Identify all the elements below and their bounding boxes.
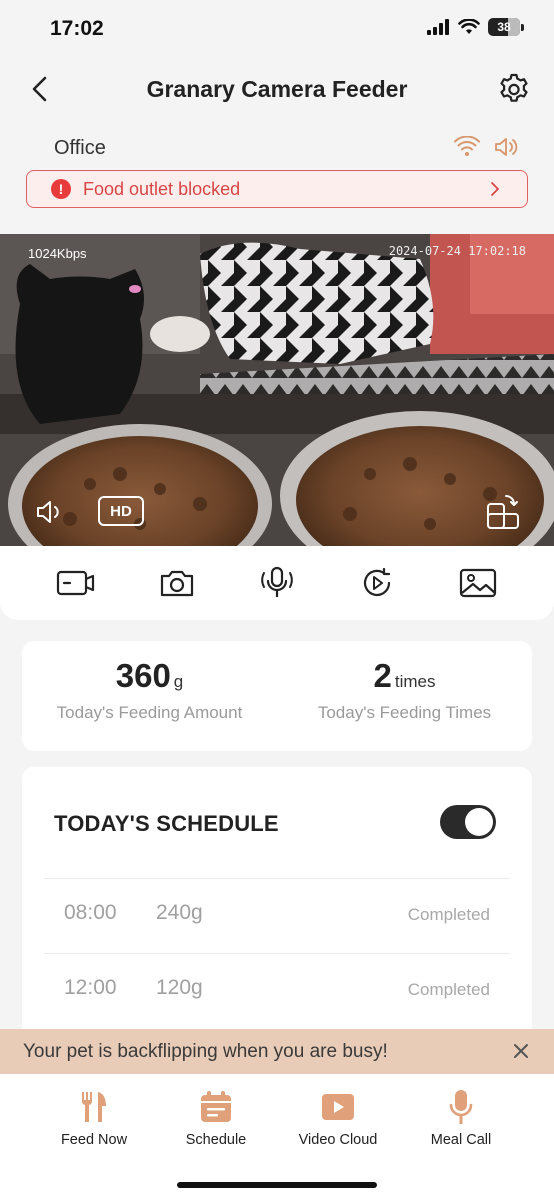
- device-info-row: Office ! Food outlet blocked: [0, 124, 554, 234]
- battery-level: 38: [497, 20, 511, 34]
- tab-meal-call[interactable]: Meal Call: [401, 1090, 521, 1148]
- rotate-screen-icon[interactable]: [486, 492, 520, 530]
- camera-icon: [160, 570, 193, 597]
- status-icons: 38: [426, 18, 524, 36]
- calendar-icon: [201, 1091, 231, 1122]
- bottom-tab-bar: Feed Now Schedule Video Cloud Meal Call: [0, 1074, 554, 1200]
- schedule-amount: 240g: [156, 901, 203, 924]
- page-title: Granary Camera Feeder: [146, 76, 408, 102]
- schedule-time: 08:00: [64, 901, 117, 924]
- status-time: 17:02: [50, 17, 104, 40]
- schedule-status: Completed: [407, 905, 490, 924]
- tab-label: Video Cloud: [298, 1132, 378, 1148]
- camera-action-row: [0, 546, 554, 620]
- feeding-amount-label: Today's Feeding Amount: [56, 703, 243, 722]
- feeding-amount-value: 360: [115, 657, 171, 694]
- tab-label: Schedule: [185, 1132, 247, 1148]
- schedule-status: Completed: [407, 980, 490, 999]
- live-video-feed[interactable]: 1024Kbps 2024-07-24 17:02:18 HD: [0, 234, 554, 546]
- snapshot-button[interactable]: [155, 561, 199, 605]
- microphone-icon: [449, 1090, 473, 1124]
- feeding-times-stat: 2 times Today's Feeding Times: [277, 657, 532, 723]
- home-indicator[interactable]: [177, 1182, 377, 1188]
- tab-schedule[interactable]: Schedule: [156, 1090, 276, 1148]
- talk-button[interactable]: [255, 561, 299, 605]
- video-frame: [0, 234, 554, 546]
- schedule-title: TODAY'S SCHEDULE: [54, 811, 279, 836]
- tab-video-cloud[interactable]: Video Cloud: [278, 1090, 398, 1148]
- close-icon[interactable]: [510, 1040, 532, 1062]
- device-card: Granary Camera Feeder Office ! Food outl…: [0, 60, 554, 620]
- tab-feed-now[interactable]: Feed Now: [34, 1090, 154, 1148]
- feeding-times-label: Today's Feeding Times: [317, 703, 492, 722]
- feeding-summary-card: 360 g Today's Feeding Amount 2 times Today…: [22, 641, 532, 751]
- chevron-right-icon: [491, 182, 499, 196]
- battery-icon: 38: [488, 18, 524, 36]
- toggle-knob: [465, 808, 493, 836]
- tab-label: Feed Now: [60, 1132, 128, 1148]
- record-video-button[interactable]: [54, 561, 98, 605]
- schedule-toggle[interactable]: [440, 805, 496, 839]
- schedule-card: TODAY'S SCHEDULE 08:00 240g Completed 12…: [22, 767, 532, 1067]
- device-location: Office: [54, 137, 106, 159]
- device-status-icons: [454, 136, 520, 158]
- video-bitrate: 1024Kbps: [28, 246, 87, 261]
- alert-banner[interactable]: ! Food outlet blocked: [26, 170, 528, 208]
- playback-icon: [364, 567, 391, 597]
- play-icon: [322, 1094, 354, 1120]
- promo-text: Your pet is backflipping when you are bu…: [23, 1040, 388, 1062]
- feeding-times-value: 2: [373, 657, 392, 694]
- video-timestamp: 2024-07-24 17:02:18: [388, 244, 526, 258]
- schedule-row[interactable]: 08:00 240g Completed: [22, 879, 532, 953]
- header: Granary Camera Feeder: [0, 60, 554, 124]
- mute-toggle-icon[interactable]: [36, 498, 66, 526]
- playback-button[interactable]: [355, 561, 399, 605]
- speaker-icon[interactable]: [494, 136, 520, 158]
- alert-text: Food outlet blocked: [83, 178, 241, 199]
- feeding-amount-unit: g: [173, 672, 184, 691]
- promo-banner[interactable]: Your pet is backflipping when you are bu…: [0, 1029, 554, 1074]
- wifi-status-icon: [458, 19, 480, 34]
- schedule-amount: 120g: [156, 976, 203, 999]
- gear-icon: [500, 73, 528, 102]
- wifi-icon: [454, 136, 480, 156]
- settings-button[interactable]: [496, 71, 532, 107]
- cellular-signal-icon: [427, 19, 449, 35]
- record-video-icon: [57, 570, 95, 596]
- exclamation-icon: !: [51, 179, 71, 199]
- feeding-amount-stat: 360 g Today's Feeding Amount: [22, 657, 277, 723]
- microphone-icon: [261, 566, 293, 597]
- feeding-times-unit: times: [394, 672, 436, 691]
- schedule-row[interactable]: 12:00 120g Completed: [22, 954, 532, 1028]
- gallery-button[interactable]: [456, 561, 500, 605]
- status-bar: 17:02 38: [0, 0, 554, 60]
- gallery-icon: [459, 568, 496, 598]
- fork-knife-icon: [81, 1092, 106, 1122]
- tab-label: Meal Call: [430, 1132, 492, 1148]
- schedule-time: 12:00: [64, 976, 117, 999]
- video-quality-button[interactable]: HD: [98, 496, 144, 526]
